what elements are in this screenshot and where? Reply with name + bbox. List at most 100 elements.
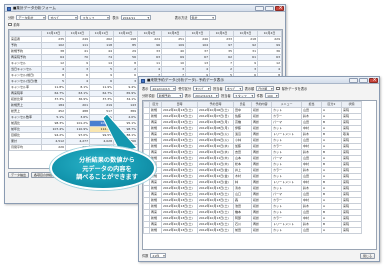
date-select[interactable]: 2012/10/13 xyxy=(150,86,177,91)
table-cell[interactable]: 2012年10月13日(土) xyxy=(161,143,198,150)
staff-select[interactable]: すべて xyxy=(224,86,243,91)
table-cell[interactable]: 2012年10月13日(土) xyxy=(161,125,198,132)
maximize-button[interactable] xyxy=(265,6,274,11)
table-cell[interactable]: 2012年10月13日(土) xyxy=(161,167,198,174)
app-icon xyxy=(141,78,145,83)
order-select[interactable]: 日付順 xyxy=(256,86,275,91)
close-window-button[interactable]: 閉じる xyxy=(359,253,375,259)
table-cell[interactable]: 2012年10月13日(土) xyxy=(161,203,198,210)
prev-year-label: 前年 xyxy=(13,23,20,27)
filter-label-analysis: 分析 xyxy=(8,16,15,20)
table-cell[interactable]: 2012年10月11日(木) xyxy=(197,161,234,168)
table-cell[interactable]: 2012年10月13日(土) xyxy=(197,221,234,228)
minimize-button[interactable] xyxy=(255,6,264,11)
callout-bubble: 分析結果の数値から 元データの内容を 調べることができます xyxy=(50,146,156,190)
table-cell[interactable]: 2012年10月10日(水) xyxy=(197,143,234,150)
table-cell[interactable]: 2012年10月13日(土) xyxy=(161,149,198,156)
analysis-options-bar: 前年 xyxy=(8,22,20,27)
table-cell[interactable]: キャンセル(当日)数 xyxy=(9,78,42,85)
table-cell[interactable]: 2012年10月13日(土) xyxy=(197,197,234,204)
filter-label-count: 件数 xyxy=(256,94,264,98)
table-cell[interactable]: 2012年10月13日(土) xyxy=(197,203,234,210)
table-cell[interactable]: 2012年10月13日(土) xyxy=(161,113,198,120)
table-cell[interactable]: 2012年10月09日(火) xyxy=(197,137,234,144)
table-cell[interactable]: 初診 xyxy=(251,227,272,234)
table-cell[interactable]: 2012年10月12日(金) xyxy=(197,179,234,186)
filter-label-method: 表示方法 xyxy=(174,16,188,20)
table-cell[interactable]: 2012年10月08日(月) xyxy=(197,119,234,126)
table-cell[interactable]: 2012年10月13日(土) xyxy=(161,209,198,216)
table-cell[interactable]: 2012年10月13日(土) xyxy=(161,215,198,222)
table-cell[interactable]: 2012年10月10日(水) xyxy=(197,149,234,156)
table-cell[interactable]: 2012年10月13日(土) xyxy=(161,107,198,114)
count-label: 件数 xyxy=(142,254,149,258)
category-select[interactable]: すべて xyxy=(48,15,79,20)
table-cell[interactable]: 2012年10月11日(木) xyxy=(197,155,234,162)
table-cell[interactable]: 2012年10月13日(土) xyxy=(161,227,198,234)
table-cell[interactable]: 来院 xyxy=(341,227,362,234)
period-select[interactable]: 2012/11 xyxy=(120,15,151,20)
table-cell[interactable]: 2012年10月12日(金) xyxy=(197,167,234,174)
table-cell[interactable]: 2012年10月13日(土) xyxy=(161,173,198,180)
table-cell[interactable]: 月間平均 xyxy=(9,144,42,151)
table-cell[interactable]: 2012年10月13日(土) xyxy=(161,155,198,162)
reservation-window-titlebar: ■来院予約データ(分析データ)- 予約データ表示 xyxy=(139,77,379,84)
reservation-filter-bar-2: 分析項目 新規予約 表示 2012/10/13 担当者 スタッフ 件数 100 xyxy=(142,93,280,98)
type-select[interactable]: すべて xyxy=(193,86,212,91)
reservation-footer: 件数 21件 xyxy=(142,253,167,258)
reservation-table: 区分 日時 予約日時 氏名 予約内容 メニュー 担当 区分2 状態 新規 2012年10月13日(… xyxy=(143,101,362,234)
table-cell[interactable]: 2012年10月13日(土) xyxy=(197,215,234,222)
staff-select-2[interactable]: スタッフ xyxy=(232,93,255,98)
table-cell[interactable]: 2012年10月13日(土) xyxy=(161,119,198,126)
table-cell[interactable]: 2012年10月13日(土) xyxy=(197,185,234,192)
table-cell[interactable]: 2012年10月06日(土) xyxy=(197,107,234,114)
callout-text: 分析結果の数値から 元データの内容を 調べることができます xyxy=(76,157,138,181)
table-cell[interactable]: 2012年10月13日(土) xyxy=(161,179,198,186)
extract-data-button[interactable]: データ抽出 xyxy=(8,172,30,178)
analysis-window-title: ■集計データ分析フォーム xyxy=(13,6,56,10)
count-select[interactable]: 100 xyxy=(265,93,280,98)
staff-select[interactable]: スタッフ xyxy=(80,15,111,20)
table-cell[interactable]: 2012年10月13日(土) xyxy=(197,209,234,216)
table-row[interactable]: 新規 2012年10月13日(土) 2012年10月13日(土) 前田 初診 カット 山田 A… xyxy=(143,227,362,234)
reservation-grid: 区分 日時 予約日時 氏名 予約内容 メニュー 担当 区分2 状態 新規 2012年10月13日(… xyxy=(142,100,377,250)
close-button[interactable] xyxy=(369,77,378,84)
table-cell[interactable]: 山田 xyxy=(301,227,322,234)
table-cell[interactable]: カット xyxy=(271,227,302,234)
analysis-window-titlebar: ■集計データ分析フォーム xyxy=(5,5,285,12)
table-cell[interactable]: 2012年10月08日(月) xyxy=(197,125,234,132)
close-button[interactable] xyxy=(275,5,284,12)
count-value: 21件 xyxy=(150,253,167,258)
table-cell[interactable]: 2012年10月12日(金) xyxy=(197,173,234,180)
table-cell[interactable]: A xyxy=(321,227,342,234)
method-select[interactable]: 集計 xyxy=(189,15,216,20)
analysis-type-select[interactable]: データ集計 xyxy=(16,15,47,20)
reservation-window: ■来院予約データ(分析データ)- 予約データ表示 表示 2012/10/13 受… xyxy=(138,76,380,262)
minimize-button[interactable] xyxy=(349,78,358,83)
table-cell[interactable]: 前田 xyxy=(233,227,252,234)
table-cell[interactable]: 新規 xyxy=(149,227,162,234)
filter-label-type: 受付区分 xyxy=(178,87,192,91)
filter-label-staff-2: 担当者 xyxy=(221,94,231,98)
maximize-button[interactable] xyxy=(359,78,368,83)
table-cell[interactable]: 2012年10月13日(土) xyxy=(161,185,198,192)
table-cell[interactable]: 2012年10月13日(土) xyxy=(161,191,198,198)
table-cell[interactable]: 226 xyxy=(41,144,66,151)
table-cell[interactable]: 2012年10月13日(土) xyxy=(197,191,234,198)
table-cell[interactable]: 2012年10月13日(土) xyxy=(161,197,198,204)
table-cell[interactable]: 2012年10月13日(土) xyxy=(161,137,198,144)
table-cell[interactable]: 2012年10月13日(土) xyxy=(161,221,198,228)
prev-year-checkbox[interactable] xyxy=(8,22,12,27)
filter-label-display: 表示 xyxy=(142,87,149,91)
table-cell[interactable]: 2012年10月07日(日) xyxy=(197,113,234,120)
display-date-select[interactable]: 2012/10/13 xyxy=(193,93,220,98)
item-select[interactable]: 新規予約 xyxy=(156,93,183,98)
exclude-checkbox[interactable] xyxy=(276,86,280,91)
table-cell[interactable]: 2012年10月13日(土) xyxy=(197,227,234,234)
reservation-filter-bar-1: 表示 2012/10/13 受付区分 すべて 担当者 すべて 表示順 日付順 除… xyxy=(142,86,307,91)
table-cell[interactable]: 2012年10月09日(火) xyxy=(197,131,234,138)
table-cell[interactable]: 2012年10月13日(土) xyxy=(161,131,198,138)
table-cell[interactable]: 2012年10月13日(土) xyxy=(161,161,198,168)
app-icon xyxy=(7,6,11,11)
analysis-filter-bar: 分析 データ集計 すべて スタッフ 表示 2012/11 表示方法 集計 xyxy=(8,15,216,20)
